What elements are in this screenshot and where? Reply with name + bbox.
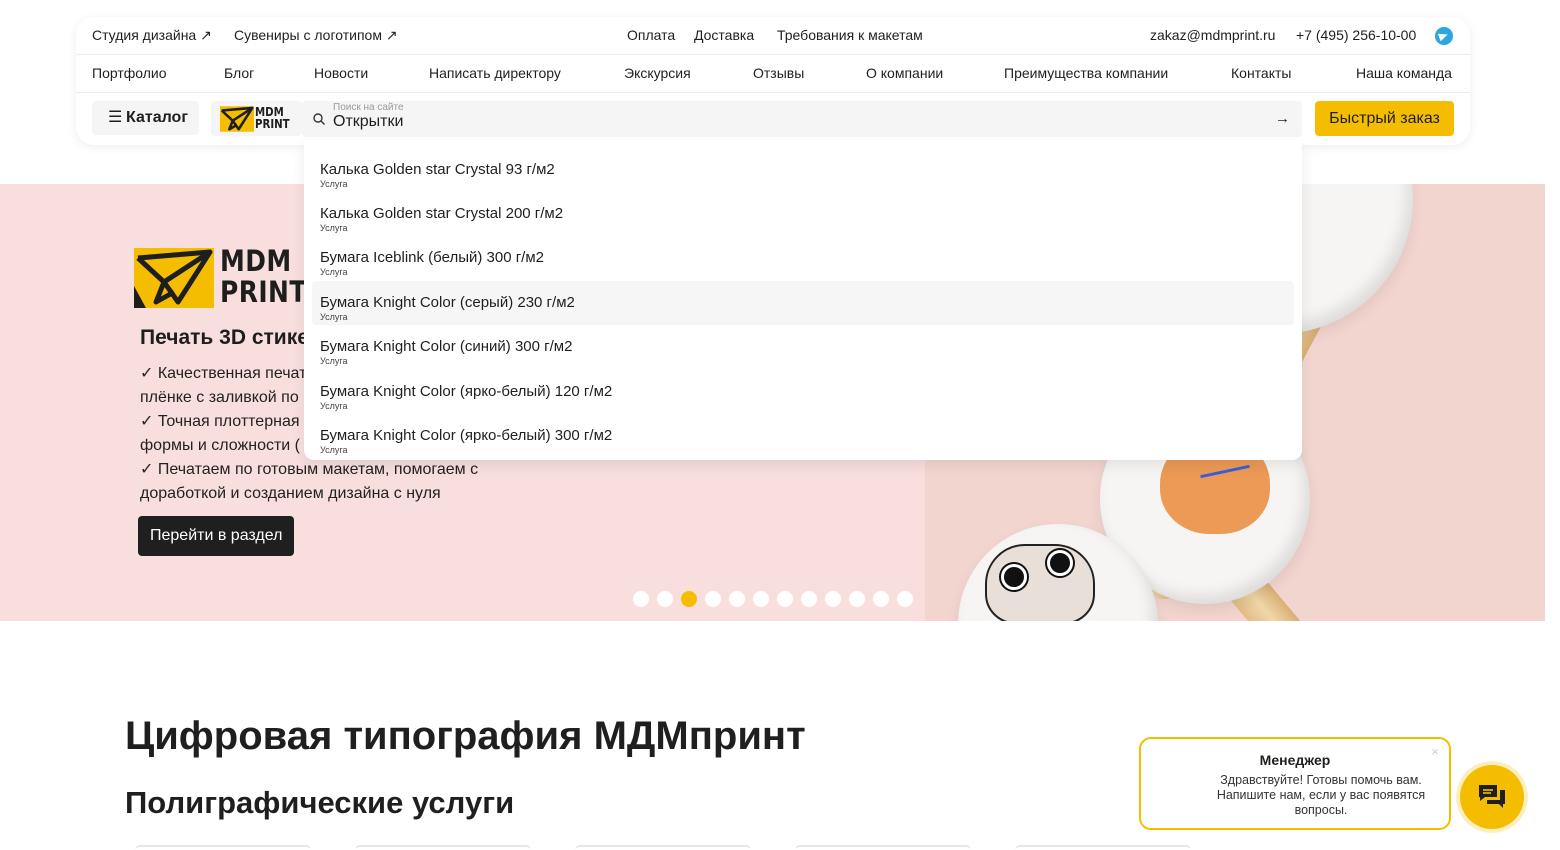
slider-dot[interactable]: [681, 591, 697, 607]
nav-advantages[interactable]: Преимущества компании: [1004, 65, 1168, 81]
nav-news[interactable]: Новости: [314, 65, 368, 81]
design-studio-link[interactable]: Студия дизайна ↗: [92, 27, 212, 44]
search-field[interactable]: Поиск на сайте Открытки →: [302, 101, 1302, 137]
slider-dot[interactable]: [753, 591, 769, 607]
chat-icon: [1479, 785, 1505, 808]
service-card[interactable]: [1015, 845, 1191, 850]
cat-face-print: [985, 544, 1095, 621]
layout-requirements-link[interactable]: Требования к макетам: [777, 27, 923, 43]
suggestion-item[interactable]: Калька Golden star Crystal 200 г/м2 Услу…: [312, 192, 1294, 236]
catalog-label: Каталог: [126, 109, 188, 126]
paper-plane-logo-icon: [220, 106, 254, 132]
suggestion-item[interactable]: Калька Golden star Crystal 93 г/м2 Услуг…: [312, 148, 1294, 192]
site-header: Студия дизайна ↗ Сувениры с логотипом ↗ …: [76, 17, 1470, 145]
nav-blog[interactable]: Блог: [224, 65, 254, 81]
header-logo[interactable]: MDM PRINT: [211, 101, 302, 136]
close-icon[interactable]: ×: [1431, 744, 1439, 759]
souvenirs-link[interactable]: Сувениры с логотипом ↗: [234, 27, 398, 44]
quick-order-button[interactable]: Быстрый заказ: [1315, 101, 1454, 136]
header-top-row: Студия дизайна ↗ Сувениры с логотипом ↗ …: [76, 17, 1470, 55]
service-card[interactable]: [355, 845, 531, 850]
nav-portfolio[interactable]: Портфолио: [92, 65, 167, 81]
page-title: Цифровая типография МДМпринт: [125, 714, 806, 758]
slider-dot[interactable]: [801, 591, 817, 607]
slider-dots: [633, 591, 913, 607]
search-suggestions: Калька Golden star Crystal 93 г/м2 Услуг…: [304, 140, 1302, 460]
hero-logo: MDM PRINT: [134, 248, 304, 308]
email-link[interactable]: zakaz@mdmprint.ru: [1150, 27, 1275, 43]
suggestion-item[interactable]: Бумага Knight Color (синий) 300 г/м2 Усл…: [312, 325, 1294, 369]
catalog-button[interactable]: ☰ Каталог: [92, 101, 199, 135]
service-card[interactable]: [575, 845, 751, 850]
nav-about[interactable]: О компании: [866, 65, 943, 81]
suggestion-item[interactable]: Бумага Knight Color (серый) 230 г/м2 Усл…: [312, 281, 1294, 325]
nav-excursion[interactable]: Экскурсия: [624, 65, 691, 81]
nav-reviews[interactable]: Отзывы: [753, 65, 804, 81]
paper-plane-logo-icon: [134, 248, 214, 308]
telegram-icon[interactable]: [1435, 27, 1453, 45]
nav-team[interactable]: Наша команда: [1356, 65, 1452, 81]
service-card[interactable]: [135, 845, 311, 850]
hero-title: Печать 3D стике: [140, 326, 309, 349]
search-icon: [313, 113, 325, 125]
suggestion-item[interactable]: Бумага Knight Color (ярко-белый) 300 г/м…: [312, 414, 1294, 458]
search-input[interactable]: Открытки: [333, 113, 403, 131]
slider-dot[interactable]: [873, 591, 889, 607]
chat-title: Менеджер: [1259, 752, 1331, 768]
header-nav: Портфолио Блог Новости Написать директор…: [76, 55, 1470, 93]
slider-dot[interactable]: [777, 591, 793, 607]
suggestion-item[interactable]: Бумага Knight Color (ярко-белый) 120 г/м…: [312, 370, 1294, 414]
nav-write-director[interactable]: Написать директору: [429, 65, 561, 81]
phone-link[interactable]: +7 (495) 256-10-00: [1296, 27, 1416, 43]
slider-dot[interactable]: [825, 591, 841, 607]
chat-button[interactable]: [1460, 765, 1524, 829]
slider-dot[interactable]: [849, 591, 865, 607]
hero-logo-text: MDM PRINT: [220, 248, 304, 308]
chat-popup: Менеджер Здравствуйте! Готовы помочь вам…: [1139, 737, 1451, 830]
header-logo-text: MDM PRINT: [255, 105, 290, 131]
slider-dot[interactable]: [897, 591, 913, 607]
suggestion-item[interactable]: Бумага Iceblink (белый) 300 г/м2 Услуга: [312, 236, 1294, 280]
slider-dot[interactable]: [633, 591, 649, 607]
delivery-link[interactable]: Доставка: [694, 27, 754, 43]
service-card[interactable]: [795, 845, 971, 850]
search-placeholder: Поиск на сайте: [333, 102, 404, 113]
chat-message: Здравствуйте! Готовы помочь вам. Напишит…: [1216, 773, 1426, 817]
payment-link[interactable]: Оплата: [627, 27, 675, 43]
slider-dot[interactable]: [729, 591, 745, 607]
slider-dot[interactable]: [705, 591, 721, 607]
slider-dot[interactable]: [657, 591, 673, 607]
go-to-section-button[interactable]: Перейти в раздел: [138, 516, 295, 556]
section-title: Полиграфические услуги: [125, 785, 515, 820]
menu-icon: ☰: [108, 109, 123, 126]
arrow-right-icon[interactable]: →: [1275, 110, 1290, 127]
nav-contacts[interactable]: Контакты: [1231, 65, 1291, 81]
